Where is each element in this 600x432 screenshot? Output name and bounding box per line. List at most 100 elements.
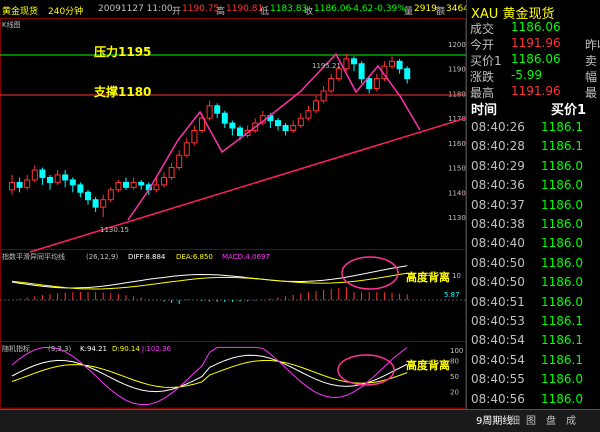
- candle-body: [161, 176, 167, 186]
- candle-body: [320, 90, 327, 102]
- main-chart-frame: [0, 18, 466, 250]
- tick-price: 1186.0: [541, 294, 583, 309]
- kdj-j-line: [11, 346, 408, 406]
- candle-body: [100, 199, 107, 208]
- bottom-tab[interactable]: 盘: [546, 412, 556, 427]
- kdj-divergence-ellipse: [337, 354, 395, 386]
- kline-tab-label: K线图: [2, 20, 21, 29]
- candle-body: [183, 142, 190, 156]
- tick-price: 1186.0: [541, 197, 583, 212]
- candle-body: [77, 184, 84, 193]
- kdj-d-line: [11, 360, 408, 388]
- macd-title: 指数平滑异同平均线: [2, 252, 65, 261]
- candle-body: [115, 181, 122, 191]
- kdj-k-line: [11, 354, 408, 393]
- tick-time: 08:40:28: [471, 139, 525, 154]
- candle-body: [282, 125, 289, 132]
- tick-price: 1186.1: [541, 120, 583, 134]
- resistance-label: 压力1195: [94, 44, 151, 59]
- kdj-k: K:94.21: [80, 345, 107, 353]
- candle-body: [191, 130, 198, 144]
- candle-body: [214, 105, 221, 114]
- stat-value: 1186.06: [511, 20, 561, 34]
- candle-body: [343, 58, 350, 70]
- candle-body: [168, 167, 175, 178]
- tick-price: 1186.0: [541, 275, 583, 290]
- tick-time: 08:40:54: [471, 352, 525, 367]
- candle-body: [305, 110, 312, 119]
- stat-extra-label: 幅: [585, 70, 598, 84]
- macd-dea: DEA:6.850: [176, 253, 213, 261]
- kdj-y-tick: 20: [450, 389, 459, 397]
- tick-price: 1186.0: [541, 236, 583, 251]
- high-price-note: 1195.21: [312, 62, 341, 70]
- y-tick-label: 1130: [448, 214, 466, 222]
- stat-label: 今开: [470, 38, 495, 52]
- kdj-y-tick: 50: [450, 373, 459, 381]
- y-tick-label: 1140: [448, 189, 466, 197]
- candle-body: [39, 169, 46, 178]
- candle-body: [373, 78, 380, 89]
- tick-price: 1186.1: [541, 314, 583, 328]
- quote-panel: XAU 黄金现货 成交1186.06今开1191.96昨收买价11186.06卖…: [466, 0, 600, 431]
- candle-body: [9, 181, 15, 191]
- candle-body: [237, 127, 243, 136]
- stat-value: 1186.06: [511, 52, 561, 66]
- kdj-y-tick: 100: [450, 347, 463, 355]
- candle-body: [313, 100, 319, 112]
- kdj-title: 随机指标: [2, 344, 30, 353]
- candle-body: [275, 120, 281, 127]
- stat-value: -5.99: [511, 68, 543, 82]
- tick-price: 1186.0: [541, 372, 583, 387]
- candle-body: [396, 60, 403, 70]
- bottom-tab[interactable]: 细: [510, 412, 520, 427]
- tick-price: 1186.1: [541, 333, 583, 348]
- candle-body: [138, 181, 145, 186]
- candle-body: [221, 112, 228, 124]
- macd-y-tick: 5.87: [444, 291, 460, 299]
- tick-price: 1186.0: [541, 217, 583, 231]
- chart-area[interactable]: 12001190118011701160115011401130压力1195支撑…: [0, 0, 466, 409]
- stat-label: 买价1: [470, 54, 502, 68]
- candle-body: [54, 174, 61, 183]
- candle-body: [62, 174, 69, 181]
- candle-body: [130, 181, 137, 188]
- bottom-tab[interactable]: 图: [526, 412, 536, 427]
- support-label: 支撑1180: [93, 84, 151, 99]
- kdj-d: D:90.14: [112, 345, 140, 353]
- candle-body: [328, 78, 335, 92]
- tick-price: 1186.0: [541, 391, 583, 406]
- stat-extra-label: 最: [585, 86, 598, 100]
- candle-body: [153, 184, 160, 191]
- macd-divergence-label: 高度背离: [406, 270, 450, 284]
- y-tick-label: 1160: [448, 140, 466, 148]
- candle-body: [389, 60, 395, 67]
- tick-time: 08:40:55: [471, 372, 525, 387]
- tick-time: 08:40:54: [471, 333, 525, 348]
- tick-price: 1186.0: [541, 178, 583, 193]
- candle-body: [107, 189, 114, 201]
- bottom-tab[interactable]: 成: [566, 412, 576, 427]
- candle-body: [16, 181, 23, 188]
- macd-diff-line: [11, 265, 408, 289]
- candle-body: [206, 105, 213, 119]
- stat-label: 成交: [470, 22, 495, 36]
- candle-body: [366, 78, 373, 89]
- tick-price: 1186.0: [541, 158, 583, 173]
- candle-body: [123, 181, 129, 188]
- tick-time: 08:40:50: [471, 275, 525, 290]
- tick-time: 08:40:50: [471, 255, 525, 270]
- bottom-tab[interactable]: 9周期线: [476, 412, 512, 427]
- candle-body: [358, 63, 365, 80]
- tick-time-header: 时间: [471, 103, 498, 118]
- tick-time: 08:40:36: [471, 178, 525, 193]
- stat-extra-label: 卖: [585, 54, 598, 68]
- macd-params: (26,12,9): [86, 253, 118, 261]
- tick-time: 08:40:53: [471, 314, 525, 328]
- candle-body: [229, 122, 236, 129]
- candle-body: [24, 179, 31, 188]
- stat-value: 1191.96: [511, 84, 561, 98]
- candle-body: [297, 117, 304, 127]
- tick-price: 1186.1: [541, 352, 583, 367]
- macd-panel-frame: [0, 249, 466, 342]
